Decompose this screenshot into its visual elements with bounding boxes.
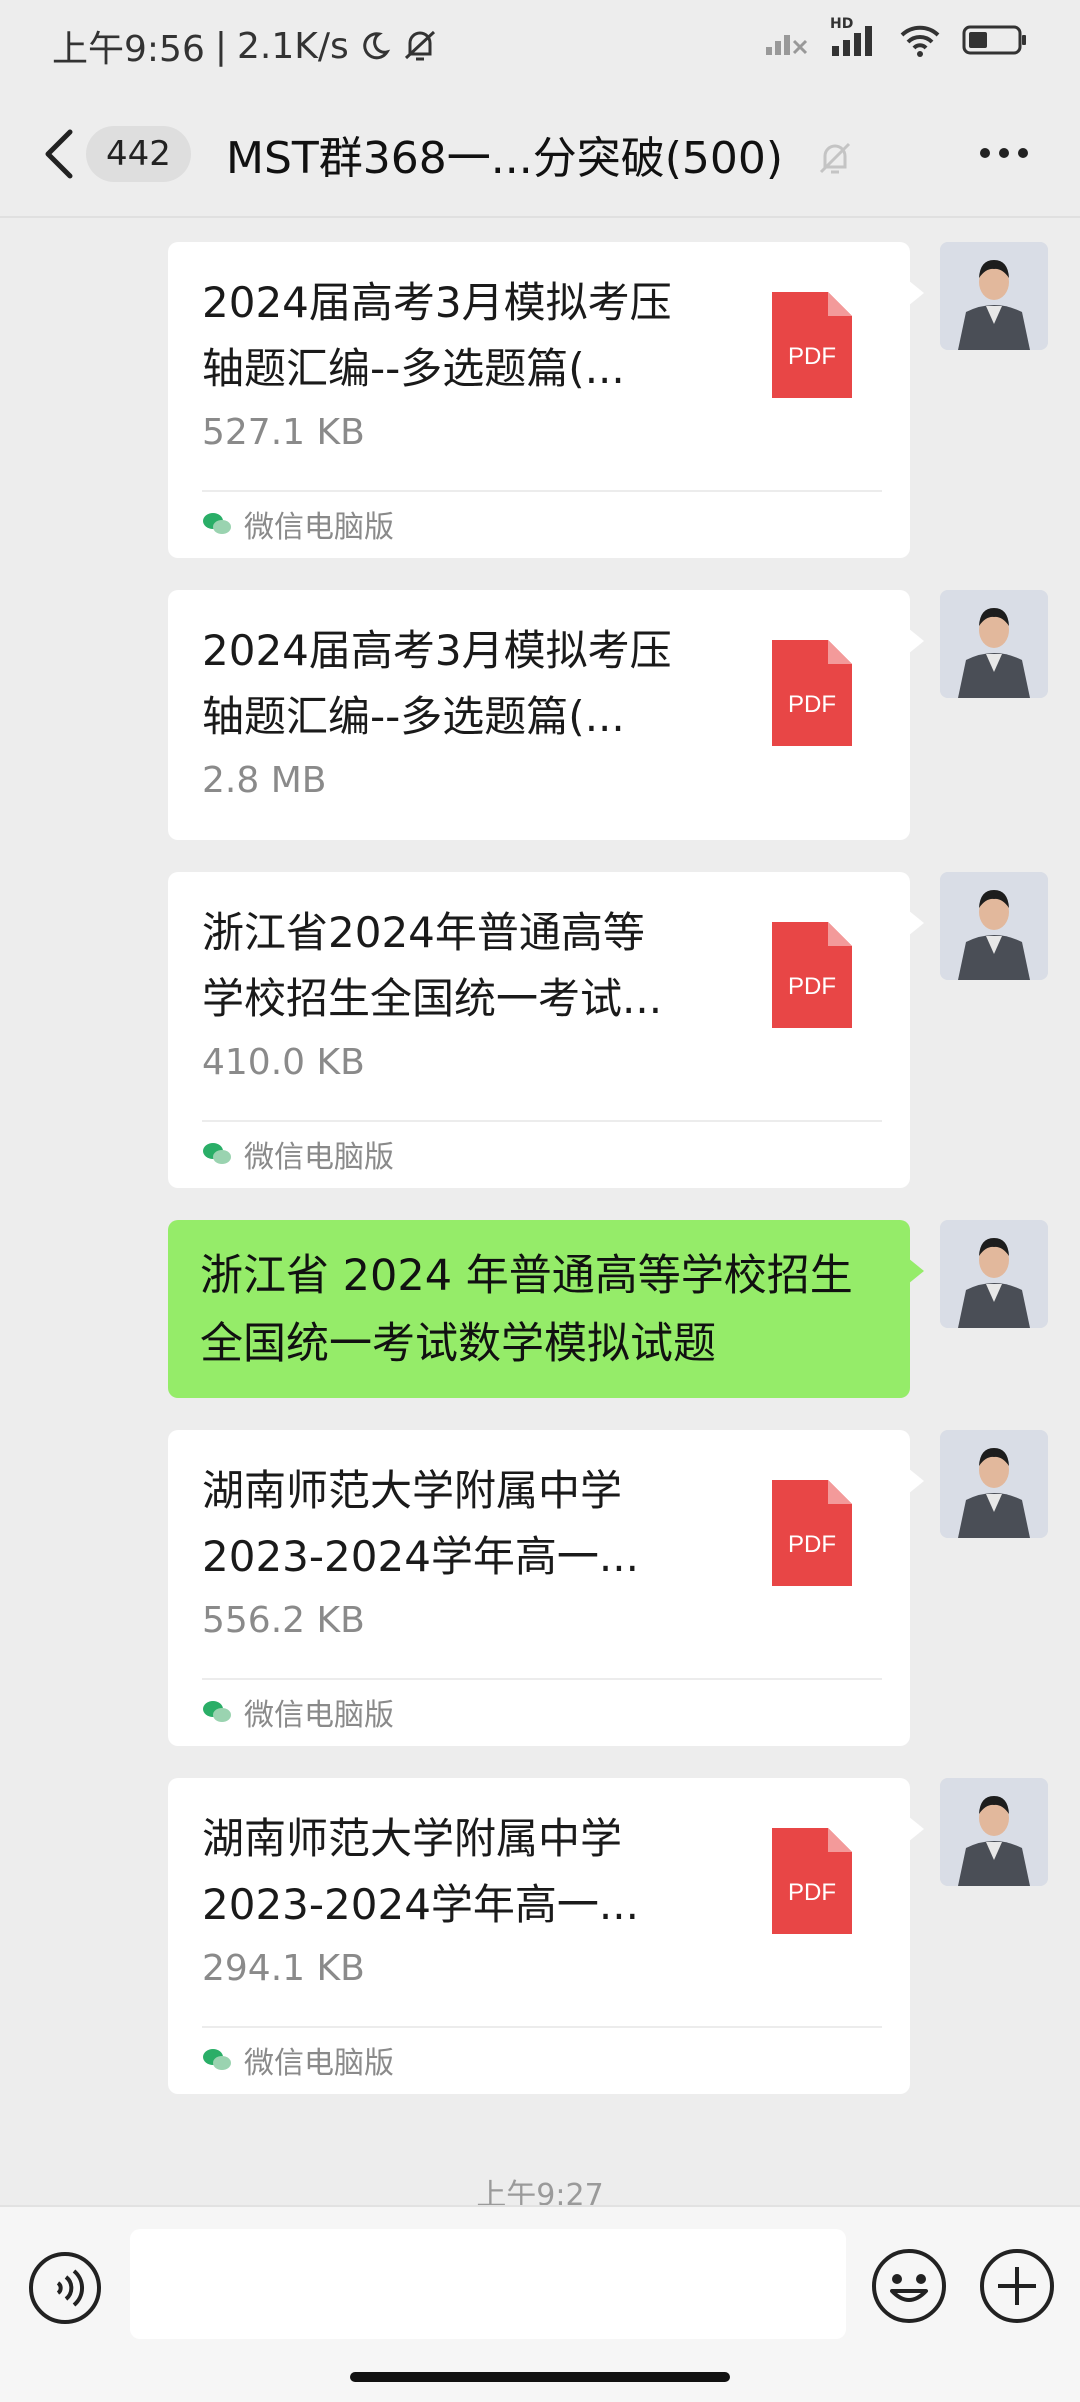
pdf-label: PDF — [788, 1531, 836, 1558]
status-time: 上午9:56 — [52, 29, 205, 70]
file-source: 微信电脑版 — [202, 502, 394, 546]
avatar-image — [940, 872, 1048, 980]
signal-x-icon — [766, 35, 808, 55]
chat-title: MST群368一...分突破(500) — [226, 133, 784, 184]
avatar-image — [940, 1220, 1048, 1328]
hd-signal: HD — [830, 16, 878, 58]
status-speed: 2.1K/s — [236, 25, 349, 67]
file-divider — [202, 1120, 882, 1122]
file-source: 微信电脑版 — [202, 1132, 394, 1176]
muted-bell-icon — [819, 142, 851, 174]
dot — [1018, 148, 1028, 158]
pdf-file-icon: PDF — [772, 922, 852, 1028]
file-divider — [202, 2026, 882, 2028]
message-text[interactable]: 浙江省 2024 年普通高等学校招生全国统一考试数学模拟试题 — [168, 1220, 924, 1398]
pdf-file-icon: PDF — [772, 1480, 852, 1586]
chat-header: 442 MST群368一...分突破(500) — [0, 96, 1080, 216]
header-divider — [0, 216, 1080, 218]
avatar-image — [940, 242, 1048, 350]
avatar[interactable] — [940, 590, 1048, 698]
file-bubble[interactable]: 浙江省2024年普通高等学校招生全国统一考试... 410.0 KB PDF 微… — [168, 872, 924, 1188]
file-size: 556.2 KB — [202, 1600, 365, 1641]
file-source: 微信电脑版 — [202, 1690, 394, 1734]
avatar-image — [940, 1430, 1048, 1538]
file-bubble[interactable]: 2024届高考3月模拟考压轴题汇编--多选题篇(... 527.1 KB PDF… — [168, 242, 924, 558]
file-bubble[interactable]: 湖南师范大学附属中学2023-2024学年高一... 294.1 KB PDF … — [168, 1778, 924, 2094]
voice-input-button[interactable] — [28, 2251, 102, 2325]
file-source-label: 微信电脑版 — [244, 510, 394, 545]
wechat-icon — [203, 513, 231, 534]
message-file[interactable]: 浙江省2024年普通高等学校招生全国统一考试... 410.0 KB PDF 微… — [168, 872, 924, 1188]
message-text-content: 浙江省 2024 年普通高等学校招生全国统一考试数学模拟试题 — [200, 1251, 853, 1369]
file-source: 微信电脑版 — [202, 2038, 394, 2082]
file-bubble[interactable]: 2024届高考3月模拟考压轴题汇编--多选题篇(... 2.8 MB PDF — [168, 590, 924, 840]
dot — [999, 148, 1009, 158]
pdf-label: PDF — [788, 973, 836, 1000]
mute-bell-icon — [404, 30, 435, 61]
wechat-icon — [203, 1701, 231, 1722]
avatar[interactable] — [940, 242, 1048, 350]
moon-icon — [363, 32, 390, 60]
signal-icon — [832, 26, 872, 56]
more-options-button[interactable] — [980, 148, 1028, 158]
file-name: 湖南师范大学附属中学2023-2024学年高一... — [202, 1814, 639, 1929]
avatar-image — [940, 590, 1048, 698]
pdf-label: PDF — [788, 343, 836, 370]
home-indicator[interactable] — [350, 2372, 730, 2382]
file-divider — [202, 1678, 882, 1680]
wechat-icon — [203, 1143, 231, 1164]
pdf-label: PDF — [788, 691, 836, 718]
file-name: 湖南师范大学附属中学2023-2024学年高一... — [202, 1466, 639, 1581]
file-source-label: 微信电脑版 — [244, 1698, 394, 1733]
status-separator: | — [214, 25, 227, 67]
avatar[interactable] — [940, 1430, 1048, 1538]
avatar[interactable] — [940, 1778, 1048, 1886]
file-name: 2024届高考3月模拟考压轴题汇编--多选题篇(... — [202, 626, 672, 741]
message-file[interactable]: 湖南师范大学附属中学2023-2024学年高一... 294.1 KB PDF … — [168, 1778, 924, 2094]
status-right: HD — [764, 16, 1028, 58]
avatar[interactable] — [940, 872, 1048, 980]
pdf-file-icon: PDF — [772, 640, 852, 746]
unread-count-badge[interactable]: 442 — [86, 126, 191, 182]
battery-icon — [962, 25, 1026, 55]
file-size: 294.1 KB — [202, 1948, 365, 1989]
file-bubble[interactable]: 湖南师范大学附属中学2023-2024学年高一... 556.2 KB PDF … — [168, 1430, 924, 1746]
wifi-icon — [900, 25, 940, 57]
file-name: 浙江省2024年普通高等学校招生全国统一考试... — [202, 908, 663, 1023]
file-size: 2.8 MB — [202, 760, 327, 801]
avatar-image — [940, 1778, 1048, 1886]
message-file[interactable]: 2024届高考3月模拟考压轴题汇编--多选题篇(... 527.1 KB PDF… — [168, 242, 924, 558]
file-source-label: 微信电脑版 — [244, 2046, 394, 2081]
emoji-button[interactable] — [870, 2247, 948, 2325]
avatar[interactable] — [940, 1220, 1048, 1328]
more-actions-button[interactable] — [978, 2247, 1056, 2325]
pdf-file-icon: PDF — [772, 292, 852, 398]
file-size: 410.0 KB — [202, 1042, 365, 1083]
pdf-label: PDF — [788, 1879, 836, 1906]
status-left: 上午9:56 | 2.1K/s — [52, 20, 439, 72]
back-button[interactable] — [40, 124, 80, 184]
file-divider — [202, 490, 882, 492]
message-file[interactable]: 2024届高考3月模拟考压轴题汇编--多选题篇(... 2.8 MB PDF — [168, 590, 924, 840]
text-bubble[interactable]: 浙江省 2024 年普通高等学校招生全国统一考试数学模拟试题 — [168, 1220, 924, 1398]
file-size: 527.1 KB — [202, 412, 365, 453]
dot — [980, 148, 990, 158]
file-name: 2024届高考3月模拟考压轴题汇编--多选题篇(... — [202, 278, 672, 393]
status-bar: 上午9:56 | 2.1K/s HD — [0, 0, 1080, 96]
pdf-file-icon: PDF — [772, 1828, 852, 1934]
message-file[interactable]: 湖南师范大学附属中学2023-2024学年高一... 556.2 KB PDF … — [168, 1430, 924, 1746]
file-source-label: 微信电脑版 — [244, 1140, 394, 1175]
message-input[interactable] — [130, 2229, 846, 2339]
wechat-icon — [203, 2049, 231, 2070]
